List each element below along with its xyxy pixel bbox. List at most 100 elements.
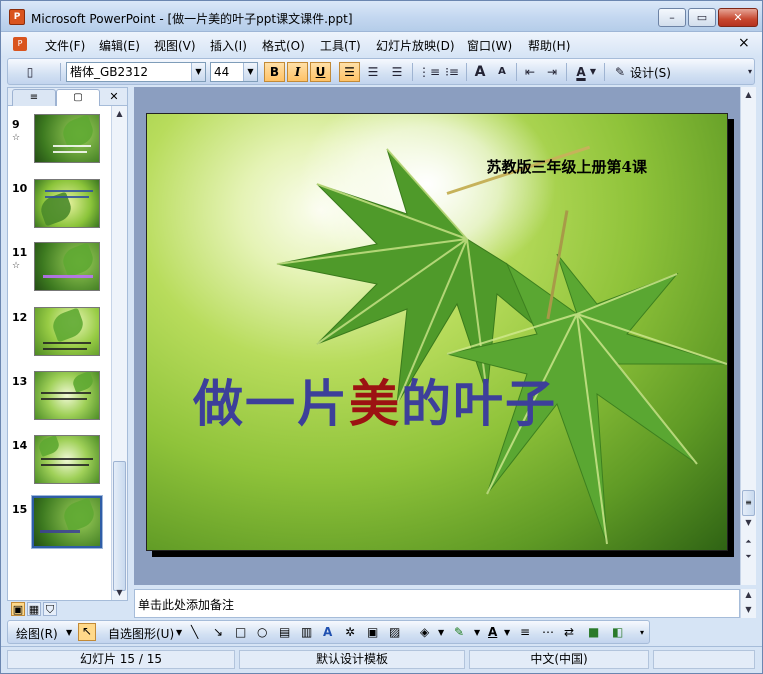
oval-icon[interactable]: ○ <box>257 625 267 639</box>
scroll-up-icon[interactable]: ▲ <box>741 87 756 102</box>
slide-sorter-view-icon[interactable]: ▦ <box>27 602 41 616</box>
grow-font-icon[interactable]: A <box>470 63 490 81</box>
dash-style-icon[interactable]: ⋯ <box>542 625 554 639</box>
textbox-icon[interactable]: ▤ <box>279 625 290 639</box>
chevron-down-icon[interactable]: ▼ <box>243 63 257 81</box>
slide-canvas[interactable]: 苏教版三年级上册第4课 做一片美的叶子 <box>146 113 728 551</box>
scroll-down-icon[interactable]: ▼ <box>741 604 756 616</box>
menu-format[interactable]: 格式(O) <box>262 37 305 54</box>
autoshapes-button[interactable]: 自选图形(U) <box>108 625 174 642</box>
chevron-down-icon[interactable]: ▼ <box>66 628 72 637</box>
menu-insert[interactable]: 插入(I) <box>210 37 247 54</box>
increase-indent-icon[interactable]: ⇥ <box>542 63 562 81</box>
decrease-indent-icon[interactable]: ⇤ <box>520 63 540 81</box>
draw-menu-button[interactable]: 绘图(R) <box>16 625 58 642</box>
chevron-down-icon[interactable]: ▼ <box>474 628 480 637</box>
shrink-font-icon[interactable]: A <box>492 63 512 81</box>
select-objects-icon[interactable]: ↖ <box>78 623 96 641</box>
tab-slides[interactable]: ▢ <box>56 89 100 106</box>
menu-window[interactable]: 窗口(W) <box>467 37 512 54</box>
font-name-combo[interactable]: 楷体_GB2312 ▼ <box>66 62 206 82</box>
numbering-icon[interactable]: ⋮≡ <box>418 63 440 81</box>
arrow-style-icon[interactable]: ⇄ <box>564 625 574 639</box>
notes-placeholder[interactable]: 单击此处添加备注 <box>138 596 234 613</box>
powerpoint-app-icon[interactable]: P <box>9 9 25 25</box>
chevron-down-icon[interactable]: ▼ <box>588 63 598 81</box>
notes-pane[interactable]: 单击此处添加备注 <box>134 589 740 618</box>
close-window-button[interactable]: ✕ <box>718 8 758 27</box>
design-icon[interactable]: ✎ <box>610 63 630 81</box>
slide-title[interactable]: 做一片美的叶子 <box>193 364 557 436</box>
line-style-icon[interactable]: ≡ <box>520 625 530 639</box>
slide-thumbnail-14[interactable] <box>34 435 100 484</box>
slide-thumbnail-13[interactable] <box>34 371 100 420</box>
slide-thumbnail-10[interactable] <box>34 179 100 228</box>
italic-button[interactable]: I <box>287 62 308 82</box>
slide-thumbnail-12[interactable] <box>34 307 100 356</box>
normal-view-icon[interactable]: ▣ <box>11 602 25 616</box>
close-pane-icon[interactable]: ✕ <box>106 89 122 106</box>
slide-thumbnail-9[interactable] <box>34 114 100 163</box>
menu-view[interactable]: 视图(V) <box>154 37 196 54</box>
minimize-button[interactable]: – <box>658 8 686 27</box>
clipart-icon[interactable]: ▣ <box>367 625 378 639</box>
slide-scrollbar[interactable]: ▲ ≡ ▼ ⏶ ⏷ <box>740 87 756 585</box>
align-center-icon[interactable]: ☰ <box>363 63 383 81</box>
align-left-button[interactable]: ☰ <box>339 62 360 82</box>
slide-counter: 幻灯片 15 / 15 <box>7 650 235 669</box>
close-document-icon[interactable]: × <box>738 35 750 51</box>
diagram-icon[interactable]: ✲ <box>345 625 355 639</box>
line-color-icon[interactable]: ✎ <box>454 625 464 639</box>
design-button[interactable]: 设计(S) <box>630 64 671 81</box>
scrollbar-thumb[interactable]: ≡ <box>742 490 755 516</box>
menu-file[interactable]: 文件(F) <box>45 37 85 54</box>
next-slide-icon[interactable]: ⏷ <box>741 549 756 564</box>
chevron-down-icon[interactable]: ▼ <box>176 628 182 637</box>
scroll-up-icon[interactable]: ▲ <box>112 106 127 121</box>
font-color-icon[interactable]: A <box>488 625 497 639</box>
slideshow-view-icon[interactable]: ⛉ <box>43 602 57 616</box>
chevron-down-icon[interactable]: ▼ <box>191 63 205 81</box>
maximize-button[interactable]: ▭ <box>688 8 716 27</box>
menu-tools[interactable]: 工具(T) <box>320 37 361 54</box>
underline-button[interactable]: U <box>310 62 331 82</box>
tab-outline[interactable]: ≡ <box>12 89 56 106</box>
menu-edit[interactable]: 编辑(E) <box>99 37 140 54</box>
bold-button[interactable]: B <box>264 62 285 82</box>
picture-icon[interactable]: ▨ <box>389 625 400 639</box>
toolbar-options-icon[interactable]: ▾ <box>640 628 644 637</box>
notes-scrollbar[interactable]: ▲ ▼ <box>740 589 756 618</box>
document-icon[interactable]: P <box>13 37 27 51</box>
line-icon[interactable]: ╲ <box>191 625 198 639</box>
bullets-icon[interactable]: ⁝≡ <box>442 63 462 81</box>
toolbar-options-icon[interactable]: ▾ <box>745 63 755 81</box>
chevron-down-icon[interactable]: ▼ <box>438 628 444 637</box>
scroll-down-icon[interactable]: ▼ <box>112 585 127 600</box>
chevron-down-icon[interactable]: ▼ <box>504 628 510 637</box>
wordart-icon[interactable]: A <box>323 625 332 639</box>
fill-color-icon[interactable]: ◈ <box>420 625 429 639</box>
scroll-down-icon[interactable]: ▼ <box>741 515 756 530</box>
3d-style-icon[interactable]: ◧ <box>612 625 623 639</box>
rectangle-icon[interactable]: □ <box>235 625 246 639</box>
animation-star-icon: ☆ <box>12 261 21 271</box>
slides-pane-scrollbar[interactable]: ▲ ▼ <box>111 106 127 600</box>
scroll-up-icon[interactable]: ▲ <box>741 589 756 601</box>
vertical-textbox-icon[interactable]: ▥ <box>301 625 312 639</box>
arrow-icon[interactable]: ↘ <box>213 625 223 639</box>
previous-slide-icon[interactable]: ⏶ <box>741 534 756 549</box>
slide-subtitle[interactable]: 苏教版三年级上册第4课 <box>487 156 647 177</box>
slide-thumbnail-15[interactable] <box>31 495 103 549</box>
status-bar: 幻灯片 15 / 15 默认设计模板 中文(中国) <box>1 646 762 673</box>
shadow-style-icon[interactable]: ■ <box>588 625 599 639</box>
menu-help[interactable]: 帮助(H) <box>528 37 570 54</box>
slide-thumbnail-11[interactable] <box>34 242 100 291</box>
slide-number: 15 <box>12 503 28 516</box>
animation-star-icon: ☆ <box>12 133 21 143</box>
menu-bar: P 文件(F) 编辑(E) 视图(V) 插入(I) 格式(O) 工具(T) 幻灯… <box>1 32 762 57</box>
new-document-icon[interactable]: ▯ <box>20 63 40 81</box>
font-size-combo[interactable]: 44 ▼ <box>210 62 258 82</box>
align-right-icon[interactable]: ☰ <box>387 63 407 81</box>
scrollbar-thumb[interactable] <box>113 461 126 591</box>
menu-slideshow[interactable]: 幻灯片放映(D) <box>376 37 455 54</box>
